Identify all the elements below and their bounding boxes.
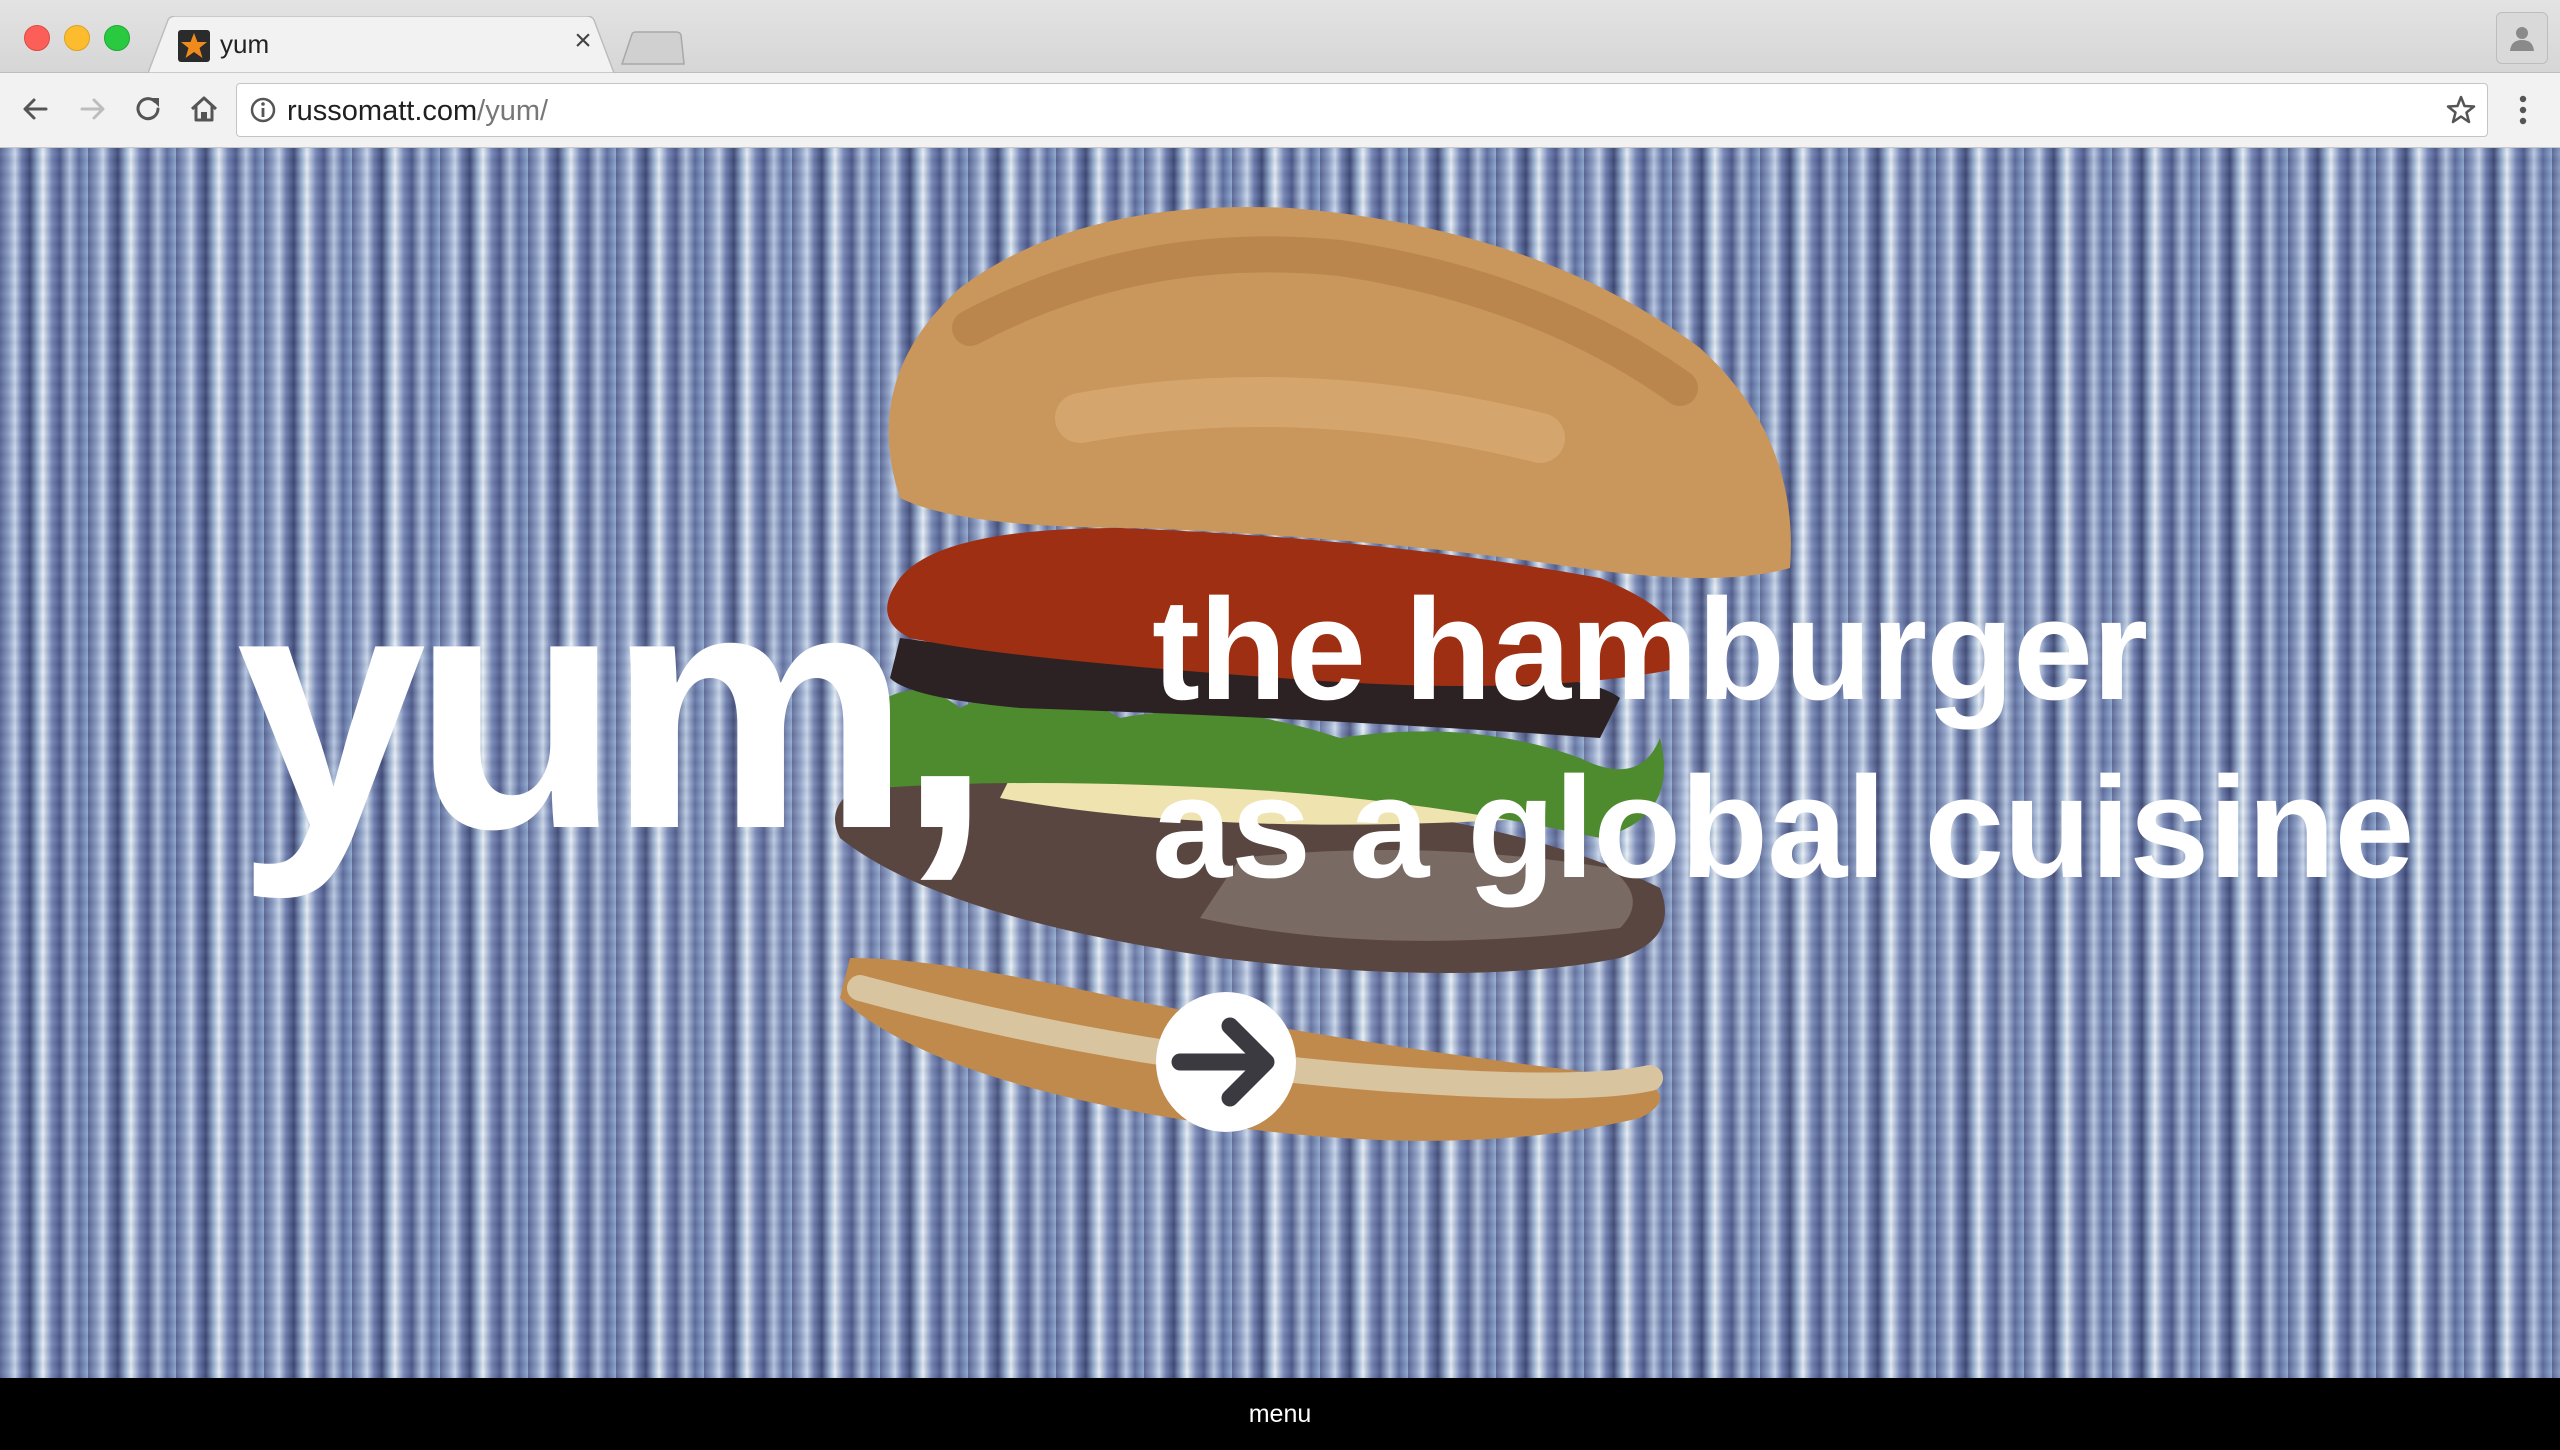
info-icon[interactable] bbox=[249, 96, 277, 124]
browser-toolbar: russomatt.com/yum/ bbox=[0, 73, 2560, 148]
back-arrow-icon[interactable] bbox=[16, 89, 56, 129]
minimize-window-button[interactable] bbox=[64, 25, 90, 51]
browser-window: yum × russomatt.com/yum/ yum, the hambur… bbox=[0, 0, 2560, 1450]
star-icon[interactable] bbox=[2445, 94, 2477, 126]
maximize-window-button[interactable] bbox=[104, 25, 130, 51]
kebab-menu-icon[interactable] bbox=[2508, 93, 2538, 127]
footer-menu-bar: menu bbox=[0, 1378, 2560, 1450]
tab-strip: yum × bbox=[0, 0, 2560, 73]
arrow-right-icon bbox=[1171, 1017, 1275, 1107]
next-button[interactable] bbox=[1156, 992, 1296, 1132]
home-icon[interactable] bbox=[184, 89, 224, 129]
hero-title: yum, bbox=[236, 518, 992, 900]
star-favicon-icon bbox=[178, 30, 210, 62]
new-tab-button[interactable] bbox=[620, 30, 686, 66]
address-bar[interactable]: russomatt.com/yum/ bbox=[236, 83, 2488, 137]
forward-arrow-icon[interactable] bbox=[72, 89, 112, 129]
hero-subtitle-line2: as a global cuisine bbox=[1152, 747, 2414, 908]
url-path: /yum/ bbox=[477, 95, 549, 127]
profile-icon[interactable] bbox=[2496, 12, 2548, 64]
active-tab[interactable]: yum × bbox=[148, 16, 618, 73]
tab-shape bbox=[148, 16, 615, 73]
tab-title: yum bbox=[220, 29, 270, 59]
page-hero: yum, the hamburger as a global cuisine bbox=[0, 148, 2560, 1378]
url-host: russomatt.com bbox=[287, 95, 478, 127]
close-window-button[interactable] bbox=[24, 25, 50, 51]
menu-button[interactable]: menu bbox=[0, 1400, 2560, 1429]
hero-subtitle-line1: the hamburger bbox=[1152, 569, 2148, 730]
tab-close-button[interactable]: × bbox=[568, 26, 598, 56]
reload-icon[interactable] bbox=[128, 89, 168, 129]
url-text: russomatt.com/yum/ bbox=[287, 95, 548, 128]
